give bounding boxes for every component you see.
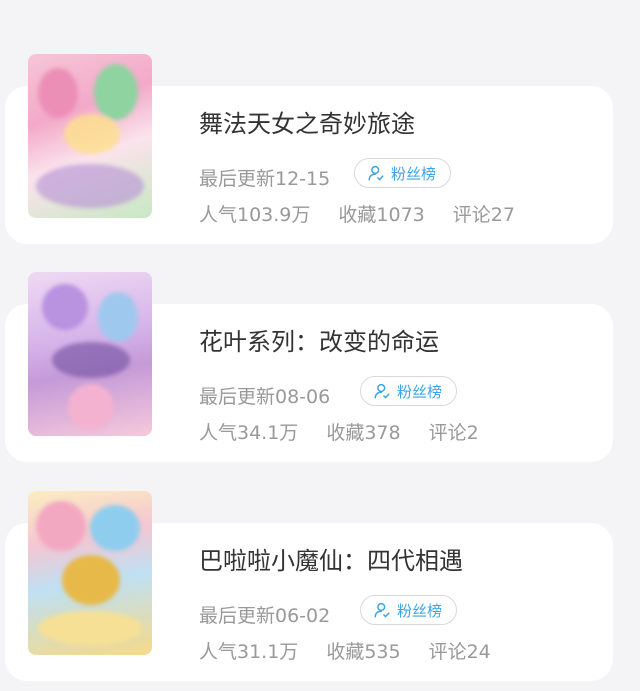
user-icon	[374, 602, 390, 618]
fans-rank-button[interactable]: 粉丝榜	[354, 158, 452, 188]
fans-rank-button[interactable]: 粉丝榜	[360, 595, 458, 625]
user-icon	[374, 383, 390, 399]
update-date: 最后更新08-06	[199, 386, 331, 408]
fans-rank-button[interactable]: 粉丝榜	[360, 376, 458, 406]
fans-rank-label: 粉丝榜	[391, 164, 437, 183]
cover-image[interactable]	[28, 272, 152, 436]
cover-image[interactable]	[28, 54, 152, 218]
fans-rank-label: 粉丝榜	[397, 601, 443, 620]
favorites-count: 收藏535	[326, 641, 401, 663]
comic-list: 舞法天女之奇妙旅途 最后更新12-15 粉丝榜 人气103.9万 收藏1073 …	[0, 0, 640, 681]
favorites-count: 收藏1073	[338, 204, 425, 226]
comments-count: 评论2	[428, 422, 479, 444]
favorites-count: 收藏378	[326, 422, 401, 444]
comments-count: 评论27	[452, 204, 515, 226]
cover-image[interactable]	[28, 491, 152, 655]
stats-row: 人气34.1万 收藏378 评论2	[199, 418, 479, 445]
stats-row: 人气103.9万 收藏1073 评论27	[199, 200, 515, 227]
comments-count: 评论24	[428, 641, 491, 663]
stats-row: 人气31.1万 收藏535 评论24	[199, 637, 491, 664]
update-date: 最后更新12-15	[199, 168, 331, 190]
item-title[interactable]: 巴啦啦小魔仙：四代相遇	[199, 541, 463, 576]
user-icon	[368, 165, 384, 181]
list-item[interactable]: 巴啦啦小魔仙：四代相遇 最后更新06-02 粉丝榜 人气31.1万 收藏535 …	[0, 491, 640, 691]
popularity-count: 人气103.9万	[199, 204, 311, 226]
popularity-count: 人气31.1万	[199, 641, 299, 663]
list-item[interactable]: 舞法天女之奇妙旅途 最后更新12-15 粉丝榜 人气103.9万 收藏1073 …	[0, 54, 640, 254]
list-item[interactable]: 花叶系列：改变的命运 最后更新08-06 粉丝榜 人气34.1万 收藏378 评…	[0, 272, 640, 472]
item-title[interactable]: 舞法天女之奇妙旅途	[199, 104, 415, 139]
update-date: 最后更新06-02	[199, 605, 331, 627]
item-title[interactable]: 花叶系列：改变的命运	[199, 322, 439, 357]
popularity-count: 人气34.1万	[199, 422, 299, 444]
fans-rank-label: 粉丝榜	[397, 382, 443, 401]
